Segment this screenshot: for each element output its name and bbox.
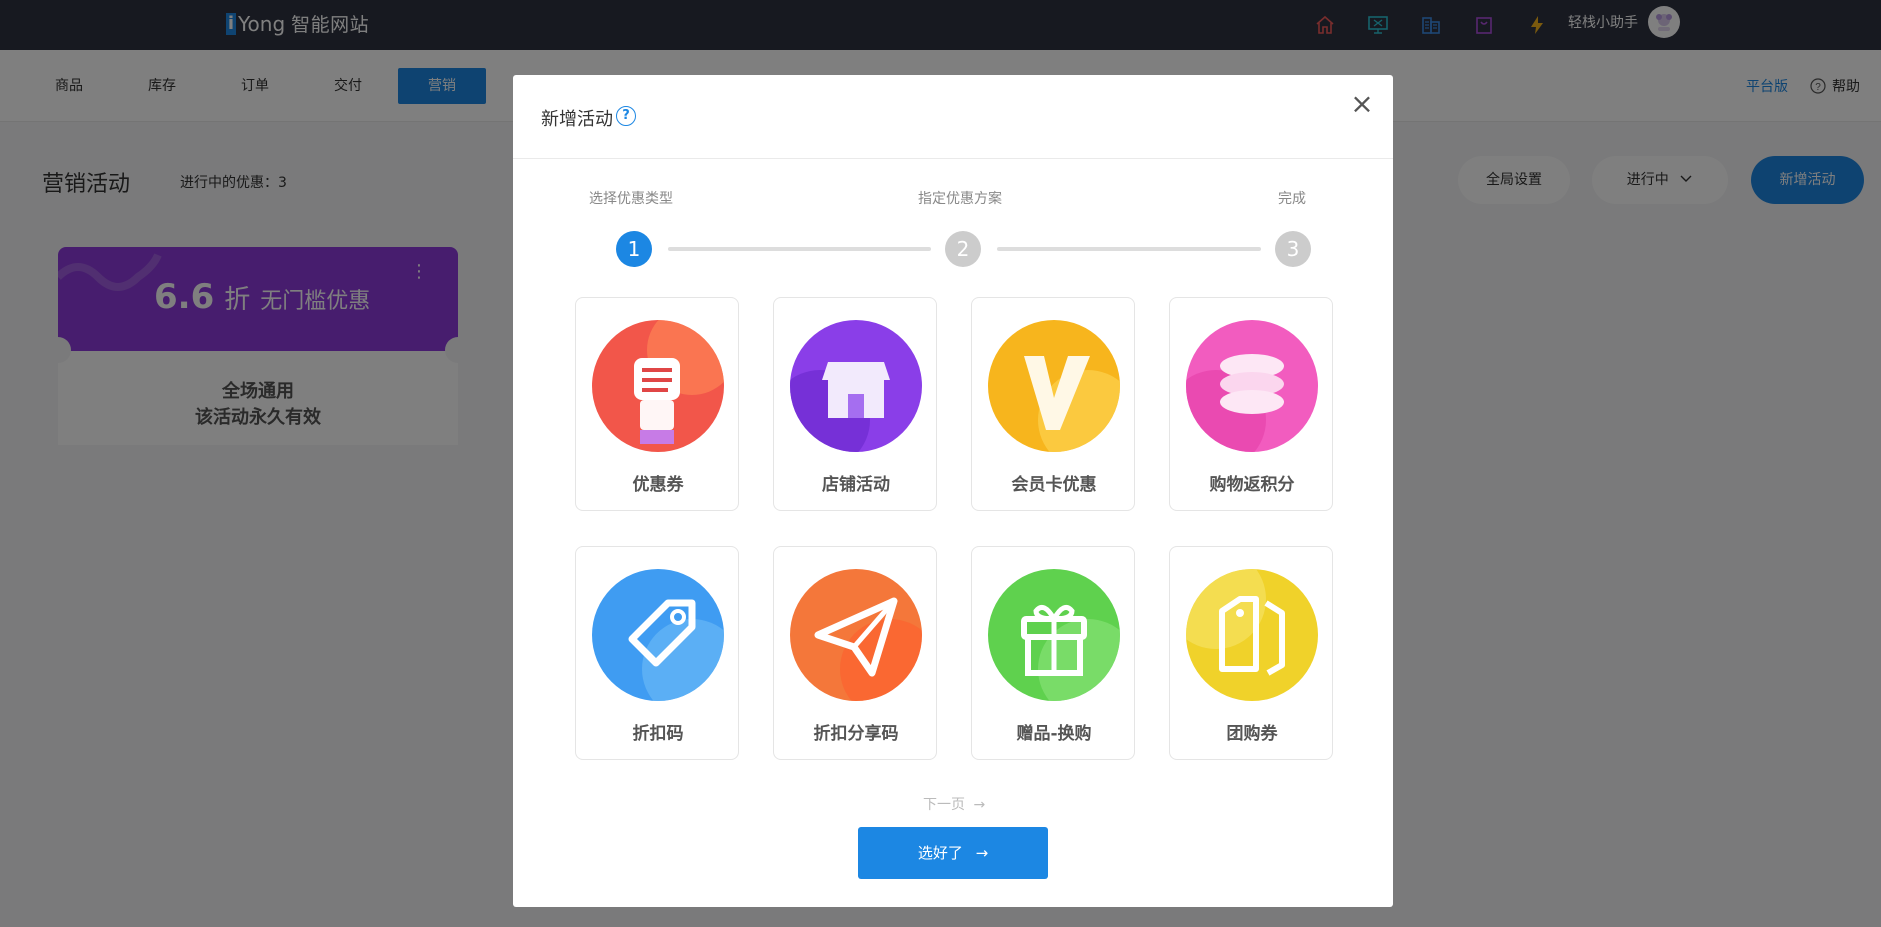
type-card-group-voucher[interactable]: 团购券 xyxy=(1169,546,1333,760)
confirm-label: 选好了 xyxy=(917,844,963,862)
type-label: 优惠券 xyxy=(632,475,684,495)
close-icon[interactable]: × xyxy=(1347,89,1377,119)
type-card-discount-share-code[interactable]: 折扣分享码 xyxy=(773,546,937,760)
type-label: 折扣分享码 xyxy=(813,724,899,744)
type-card-coupon[interactable]: 优惠券 xyxy=(575,297,739,511)
gift-icon xyxy=(988,569,1120,701)
tags-icon xyxy=(1186,569,1318,701)
step-1-label: 选择优惠类型 xyxy=(589,191,673,207)
paper-plane-icon xyxy=(790,569,922,701)
type-card-points-return[interactable]: 购物返积分 xyxy=(1169,297,1333,511)
tag-icon xyxy=(592,569,724,701)
type-label: 店铺活动 xyxy=(822,475,890,495)
step-2-circle: 2 xyxy=(945,231,981,267)
store-icon xyxy=(790,320,922,452)
step-1-circle: 1 xyxy=(616,231,652,267)
next-page-button[interactable]: 下一页 → xyxy=(923,794,985,814)
vip-v-icon xyxy=(988,320,1120,452)
help-icon[interactable]: ? xyxy=(616,106,636,126)
type-label: 会员卡优惠 xyxy=(1011,475,1097,495)
new-activity-modal: 新增活动 ? × 选择优惠类型 指定优惠方案 完成 1 2 3 优惠券 店铺活动… xyxy=(513,75,1393,907)
next-page-label: 下一页 xyxy=(923,797,965,813)
type-card-store-activity[interactable]: 店铺活动 xyxy=(773,297,937,511)
arrow-right-icon: → xyxy=(973,797,986,813)
coins-icon xyxy=(1186,320,1318,452)
type-card-member-card[interactable]: 会员卡优惠 xyxy=(971,297,1135,511)
step-3-circle: 3 xyxy=(1275,231,1311,267)
confirm-button[interactable]: 选好了 → xyxy=(858,827,1048,879)
type-label: 赠品-换购 xyxy=(1016,724,1092,744)
type-card-gift-exchange[interactable]: 赠品-换购 xyxy=(971,546,1135,760)
modal-title: 新增活动 xyxy=(541,109,613,130)
type-label: 团购券 xyxy=(1226,724,1278,744)
type-label: 购物返积分 xyxy=(1209,475,1295,495)
arrow-right-icon: → xyxy=(975,844,989,862)
step-3-label: 完成 xyxy=(1278,191,1306,207)
step-2-label: 指定优惠方案 xyxy=(918,191,1002,207)
coupon-hand-icon xyxy=(592,320,724,452)
modal-header: 新增活动 ? × xyxy=(513,75,1393,159)
type-label: 折扣码 xyxy=(632,724,684,744)
type-card-discount-code[interactable]: 折扣码 xyxy=(575,546,739,760)
step-connector-2 xyxy=(997,247,1261,251)
step-connector-1 xyxy=(668,247,931,251)
